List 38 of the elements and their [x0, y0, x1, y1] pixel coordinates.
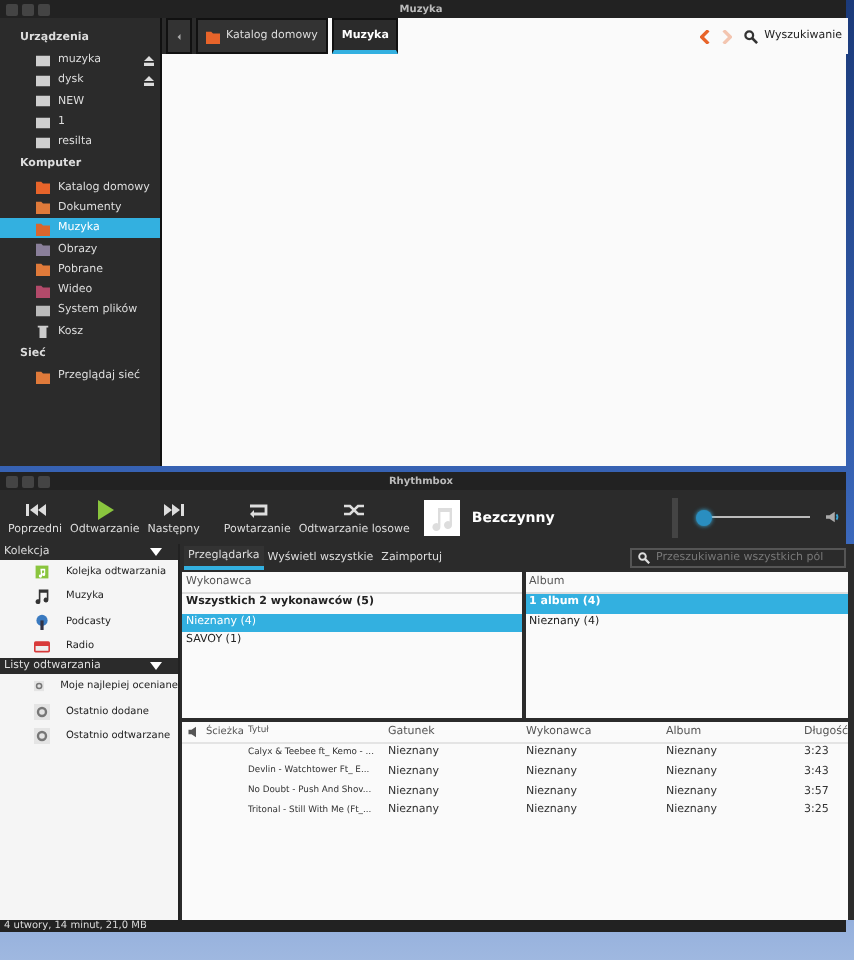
volume-slider[interactable] [698, 509, 810, 525]
podcast-icon [34, 613, 50, 630]
close-button[interactable] [6, 3, 18, 15]
album-art-icon [423, 499, 460, 535]
maximize-button[interactable] [38, 3, 50, 15]
home-folder-icon [206, 29, 220, 43]
home-folder-icon [36, 180, 50, 195]
gear-icon [34, 703, 50, 720]
trash-icon [36, 324, 50, 339]
maximize-button[interactable] [38, 475, 50, 487]
folder-icon [36, 369, 50, 383]
pictures-folder-icon [36, 242, 50, 257]
music-folder-icon [36, 221, 50, 236]
close-button[interactable] [6, 475, 18, 487]
shuffle-icon [342, 499, 367, 519]
gear-icon [34, 727, 50, 744]
radio-icon [34, 638, 50, 655]
speaker-icon[interactable] [826, 510, 840, 524]
play-icon [92, 499, 117, 519]
gear-icon [34, 678, 45, 695]
minimize-button[interactable] [22, 3, 34, 15]
search-icon [744, 29, 759, 43]
video-folder-icon [36, 283, 50, 298]
collapse-icon[interactable] [150, 662, 162, 671]
folder-icon [36, 200, 50, 215]
minimize-button[interactable] [22, 475, 34, 487]
skip-back-icon [23, 499, 47, 519]
music-note-icon [34, 588, 50, 605]
eject-icon[interactable] [144, 75, 154, 86]
speaker-icon [188, 725, 198, 738]
eject-icon[interactable] [144, 55, 154, 66]
path-back-button[interactable] [166, 18, 192, 54]
search-icon [638, 552, 651, 564]
collapse-icon[interactable] [150, 548, 162, 556]
skip-forward-icon [161, 499, 186, 519]
folder-icon [36, 262, 50, 277]
queue-icon [34, 564, 50, 581]
repeat-icon [245, 499, 270, 519]
